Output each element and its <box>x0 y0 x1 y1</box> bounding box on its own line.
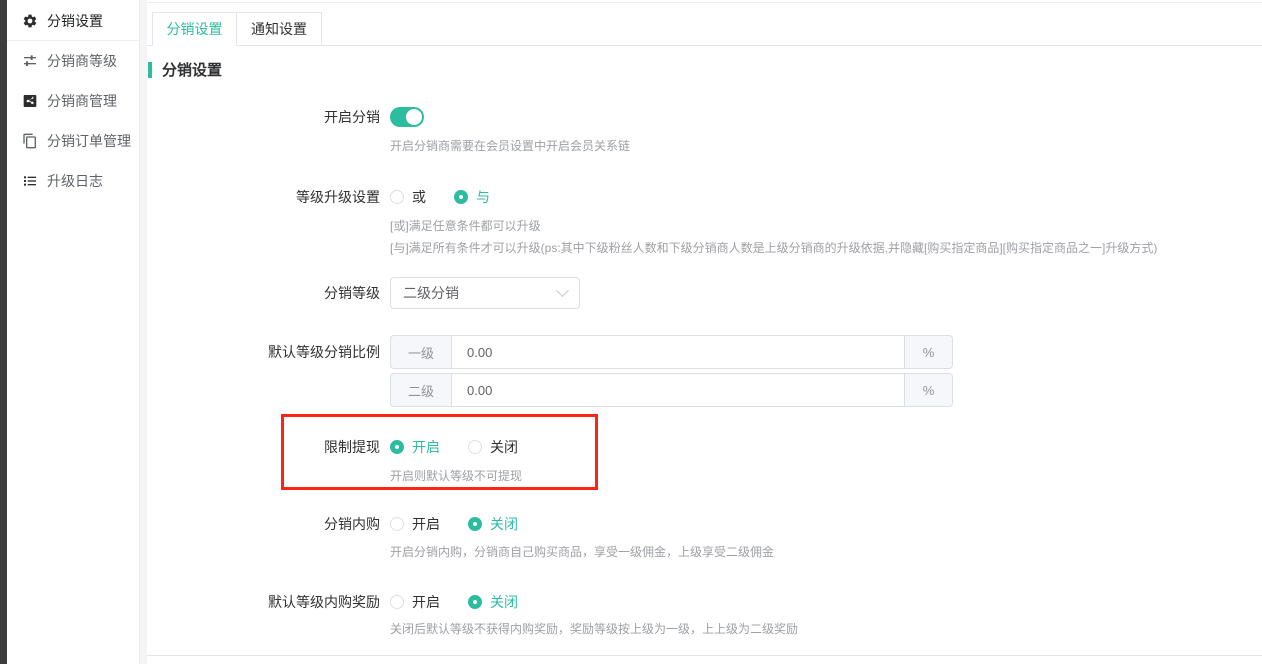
form-row-upgrade-rule: 等级升级设置 或 与 [或]满足任意条件都可以升级 [与]满足所有条件才可以升级… <box>147 187 1197 256</box>
field-help: 开启则默认等级不可提现 <box>390 468 1197 484</box>
sidebar-item-order-manage[interactable]: 分销订单管理 <box>7 121 139 161</box>
field-label: 默认等级分销比例 <box>147 335 390 362</box>
list-icon <box>22 173 38 189</box>
field-label: 分销内购 <box>147 514 390 534</box>
radio-and-label[interactable]: 与 <box>476 187 490 207</box>
sidebar-item-distribution-settings[interactable]: 分销设置 <box>7 1 139 41</box>
sidebar-item-distributor-level[interactable]: 分销商等级 <box>7 41 139 81</box>
radio-internal-off-label[interactable]: 关闭 <box>490 514 518 534</box>
select-value: 二级分销 <box>403 283 459 303</box>
form-row-internal-reward: 默认等级内购奖励 开启 关闭 关闭后默认等级不获得内购奖励，奖励等级按上级为一级… <box>147 592 1197 637</box>
radio-withdraw-on[interactable] <box>390 440 404 454</box>
radio-reward-off[interactable] <box>468 595 482 609</box>
distribution-level-select[interactable]: 二级分销 <box>390 277 580 309</box>
app-window: 分销设置 分销商等级 分销商管理 分销订单管理 升级日志 <box>0 0 1262 664</box>
section-accent-bar <box>148 62 152 78</box>
ratio-row-level2: 二级 0.00 % <box>390 373 953 407</box>
form-row-internal-purchase: 分销内购 开启 关闭 开启分销内购，分销商自己购买商品，享受一级佣金，上级享受二… <box>147 514 1197 560</box>
field-help: 开启分销内购，分销商自己购买商品，享受一级佣金，上级享受二级佣金 <box>390 544 1197 560</box>
field-help: [与]满足所有条件才可以升级(ps:其中下级粉丝人数和下级分销商人数是上级分销商… <box>390 240 1197 256</box>
radio-reward-on[interactable] <box>390 595 404 609</box>
form-row-level: 分销等级 二级分销 <box>147 277 1197 309</box>
field-help: [或]满足任意条件都可以升级 <box>390 218 1197 234</box>
form-row-withdraw-limit: 限制提现 开启 关闭 开启则默认等级不可提现 <box>147 437 1197 484</box>
sidebar-item-label: 分销商管理 <box>47 91 117 111</box>
radio-and[interactable] <box>454 190 468 204</box>
sidebar-item-distributor-manage[interactable]: 分销商管理 <box>7 81 139 121</box>
sidebar-item-label: 分销设置 <box>47 11 103 31</box>
field-label: 等级升级设置 <box>147 187 390 207</box>
field-help: 关闭后默认等级不获得内购奖励，奖励等级按上级为一级，上上级为二级奖励 <box>390 621 1197 637</box>
sidebar-item-label: 升级日志 <box>47 171 103 191</box>
radio-reward-on-label[interactable]: 开启 <box>412 592 440 612</box>
radio-internal-off[interactable] <box>468 517 482 531</box>
tab-notification-settings[interactable]: 通知设置 <box>237 12 322 45</box>
radio-or[interactable] <box>390 190 404 204</box>
enable-distribution-toggle[interactable] <box>390 107 424 127</box>
section-header: 分销设置 <box>148 59 222 80</box>
layout-gutter <box>140 0 147 664</box>
input-prefix: 一级 <box>390 335 451 369</box>
main-panel: 分销设置 通知设置 分销设置 开启分销 开启分销商需要在会员设置中开启会员关系链… <box>147 2 1262 656</box>
page-title: 分销设置 <box>162 59 222 80</box>
input-prefix: 二级 <box>390 373 451 407</box>
tab-distribution-settings[interactable]: 分销设置 <box>152 12 237 46</box>
ratio-level1-input[interactable]: 0.00 <box>451 335 905 369</box>
radio-withdraw-on-label[interactable]: 开启 <box>412 437 440 457</box>
share-square-icon <box>22 93 38 109</box>
field-help: 开启分销商需要在会员设置中开启会员关系链 <box>390 138 1197 154</box>
sidebar-item-upgrade-log[interactable]: 升级日志 <box>7 161 139 201</box>
ratio-row-level1: 一级 0.00 % <box>390 335 953 369</box>
gear-icon <box>22 13 38 29</box>
tabbar: 分销设置 通知设置 <box>152 12 322 46</box>
chevron-down-icon <box>556 284 569 297</box>
radio-internal-on[interactable] <box>390 517 404 531</box>
radio-withdraw-off-label[interactable]: 关闭 <box>490 437 518 457</box>
ratio-level2-input[interactable]: 0.00 <box>451 373 905 407</box>
radio-withdraw-off[interactable] <box>468 440 482 454</box>
field-label: 默认等级内购奖励 <box>147 592 390 612</box>
sidebar-item-label: 分销商等级 <box>47 51 117 71</box>
collapsed-nav-strip <box>0 0 7 664</box>
radio-reward-off-label[interactable]: 关闭 <box>490 592 518 612</box>
sliders-icon <box>22 53 38 69</box>
field-label: 分销等级 <box>147 277 390 303</box>
radio-internal-on-label[interactable]: 开启 <box>412 514 440 534</box>
form-row-enable: 开启分销 开启分销商需要在会员设置中开启会员关系链 <box>147 107 1197 154</box>
sidebar-item-label: 分销订单管理 <box>47 131 131 151</box>
field-label: 限制提现 <box>147 437 390 457</box>
field-label: 开启分销 <box>147 107 390 127</box>
radio-or-label[interactable]: 或 <box>412 187 426 207</box>
form-row-ratio: 默认等级分销比例 一级 0.00 % 二级 0.00 % <box>147 335 1197 407</box>
input-suffix: % <box>905 373 953 407</box>
copy-icon <box>22 133 38 149</box>
sidebar: 分销设置 分销商等级 分销商管理 分销订单管理 升级日志 <box>7 0 140 664</box>
input-suffix: % <box>905 335 953 369</box>
